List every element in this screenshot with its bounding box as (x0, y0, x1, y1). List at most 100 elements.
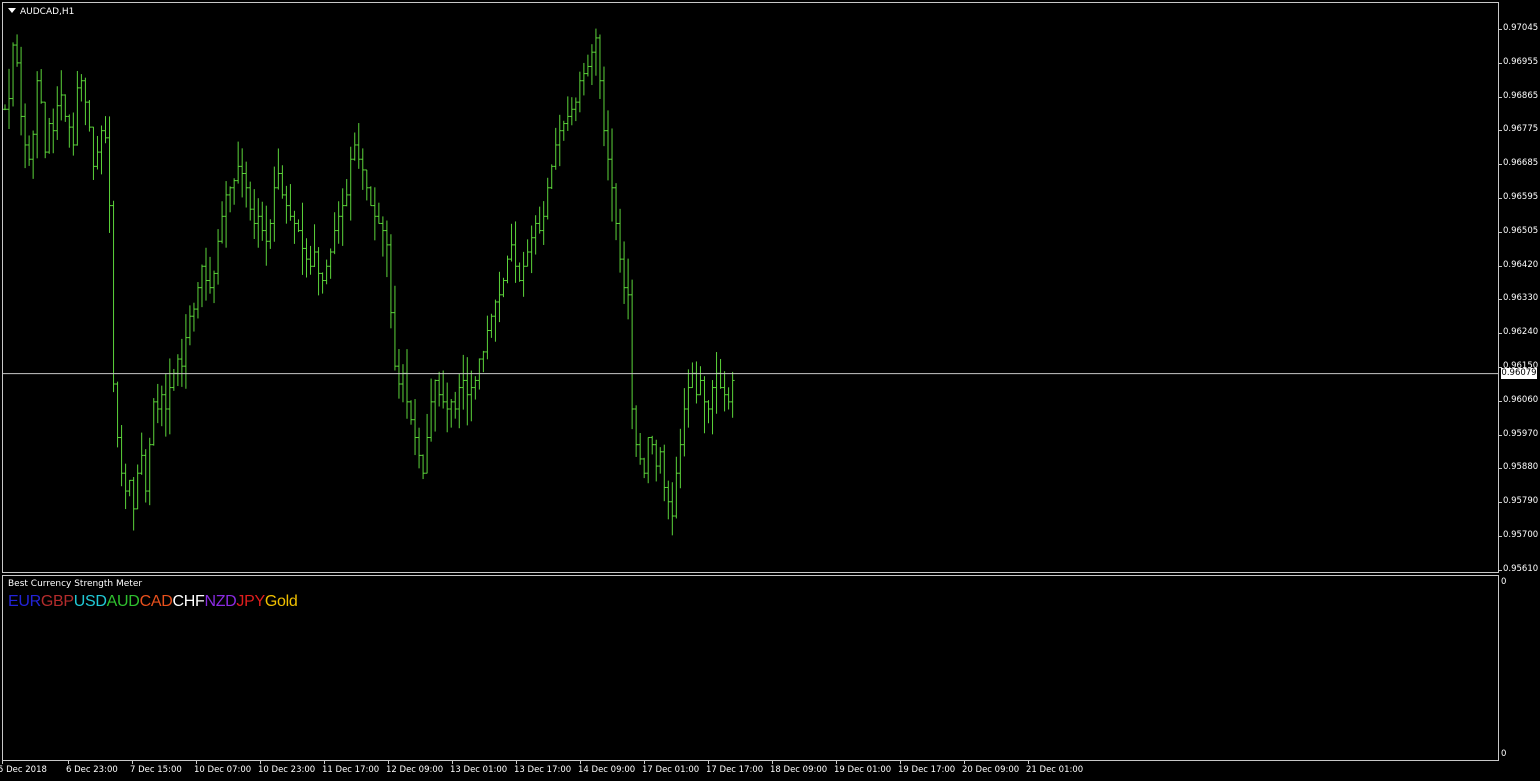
price-axis-label: 0.96505 (1503, 225, 1539, 236)
ohlc-bar (461, 354, 466, 410)
time-tick (260, 761, 261, 764)
ohlc-bar (384, 220, 389, 278)
ohlc-bar (179, 338, 184, 387)
time-axis-label: 7 Dec 15:00 (130, 765, 182, 775)
ohlc-bar (417, 427, 422, 469)
ohlc-bar (212, 270, 217, 304)
ohlc-bar (39, 69, 44, 104)
ohlc-bar (63, 94, 68, 122)
ohlc-bar (581, 62, 586, 96)
ohlc-bar (698, 366, 703, 396)
ohlc-bar (344, 179, 349, 207)
price-tick (1499, 29, 1502, 30)
ohlc-bar (71, 112, 76, 156)
price-axis-label: 0.95880 (1503, 462, 1539, 473)
ohlc-bar (324, 259, 329, 285)
price-tick (1499, 96, 1502, 98)
price-tick (1499, 265, 1502, 267)
ohlc-bar (565, 96, 570, 131)
ohlc-bar (284, 185, 289, 224)
ohlc-bar (228, 186, 233, 213)
ohlc-bar (413, 399, 418, 456)
time-axis[interactable]: 5 Dec 2018 6 Dec 23:00 7 Dec 15:00 10 Dec 0… (0, 761, 1540, 781)
ohlc-bar (585, 54, 590, 77)
ohlc-bar (288, 184, 293, 221)
ohlc-bar (348, 146, 353, 221)
time-tick (580, 761, 581, 764)
time-tick (964, 761, 965, 764)
ohlc-bar (107, 116, 112, 233)
time-tick (196, 761, 197, 764)
ohlc-bar (706, 400, 711, 424)
price-axis-label: 0.95610 (1503, 563, 1539, 574)
ohlc-bar (364, 169, 369, 201)
time-tick (900, 761, 901, 764)
time-axis-label: 12 Dec 09:00 (386, 765, 444, 775)
ohlc-bar (577, 71, 582, 113)
ohlc-bar (610, 128, 615, 222)
time-axis-label: 13 Dec 01:00 (450, 765, 508, 775)
ohlc-bar (99, 125, 104, 175)
ohlc-bar (35, 71, 40, 159)
ohlc-bar (95, 135, 100, 170)
ohlc-bar (517, 262, 522, 282)
ohlc-bar (135, 464, 140, 510)
ohlc-bar (151, 398, 156, 446)
time-tick (68, 761, 69, 764)
ohlc-bar (465, 357, 470, 426)
ohlc-bar (521, 251, 526, 297)
ohlc-bar (127, 479, 132, 497)
ohlc-bar (429, 378, 434, 442)
time-tick (452, 761, 453, 764)
price-tick (1499, 62, 1502, 64)
ohlc-bar (23, 103, 28, 169)
ohlc-bar (682, 388, 687, 457)
ohlc-bar (352, 132, 357, 161)
ohlc-bar (143, 449, 148, 503)
ohlc-bar (103, 116, 108, 144)
ohlc-bar (47, 117, 52, 154)
price-bars (3, 28, 1499, 536)
price-tick (1499, 231, 1502, 233)
ohlc-bar (31, 130, 36, 179)
ohlc-bar (175, 354, 180, 387)
ohlc-bar (236, 141, 241, 184)
ohlc-bar (276, 148, 281, 190)
price-axis-label: 0.96685 (1503, 158, 1539, 169)
ohlc-bar (19, 46, 24, 136)
ohlc-bar (553, 127, 558, 170)
time-axis-label: 18 Dec 09:00 (770, 765, 828, 775)
ohlc-bar (199, 264, 204, 308)
ohlc-bar (264, 205, 269, 266)
ohlc-bar (280, 165, 285, 199)
ohlc-bar (678, 428, 683, 489)
price-axis[interactable]: 0.97045 0.96955 0.96865 0.96775 0.96685 0.965… (1499, 2, 1540, 762)
ohlc-bar (248, 181, 253, 221)
ohlc-bar (376, 202, 381, 224)
ohlc-bar (171, 368, 176, 391)
ohlc-bar (163, 373, 168, 437)
time-tick (516, 761, 517, 764)
ohlc-bar (537, 206, 542, 234)
price-axis-label: 0.96865 (1503, 90, 1539, 101)
ohlc-bar (360, 148, 365, 190)
ohlc-bar (183, 314, 188, 389)
ohlc-bar (195, 282, 200, 319)
time-axis-label: 19 Dec 17:00 (898, 765, 956, 775)
time-axis-label: 19 Dec 01:00 (834, 765, 892, 775)
ohlc-bar (714, 352, 719, 414)
ohlc-bar (557, 114, 562, 167)
price-axis-label: 0.96595 (1503, 192, 1539, 202)
price-tick (1499, 434, 1502, 436)
time-axis-label: 10 Dec 23:00 (258, 765, 316, 775)
ohlc-bar (593, 28, 598, 76)
ohlc-bar (437, 371, 442, 407)
time-axis-label: 17 Dec 17:00 (706, 765, 764, 775)
ohlc-bar (296, 219, 301, 233)
ohlc-bar (159, 385, 164, 427)
ohlc-bar (111, 200, 116, 393)
ohlc-bar (662, 444, 667, 502)
ohlc-bar (497, 271, 502, 323)
ohlc-bar (449, 398, 454, 428)
ohlc-bar (260, 201, 265, 241)
